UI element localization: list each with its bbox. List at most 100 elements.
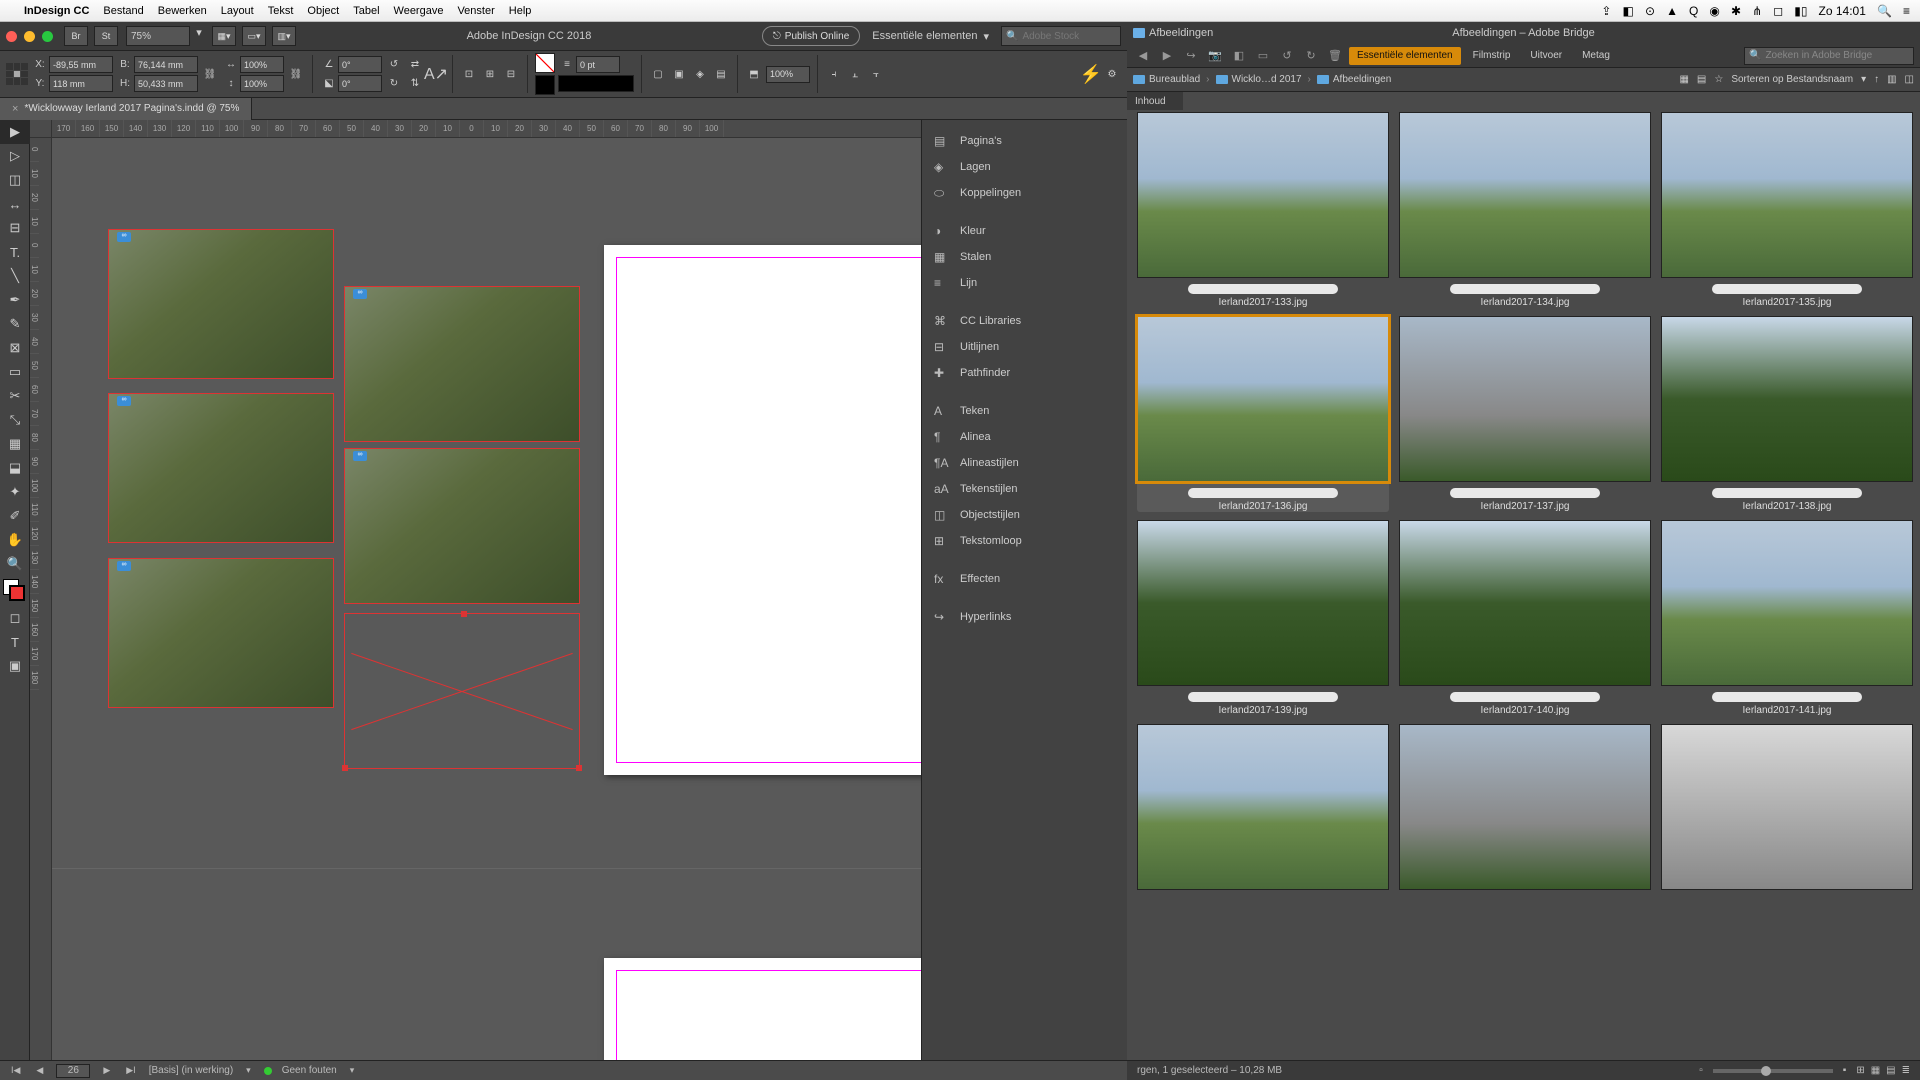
wrap-shape-icon[interactable]: ◈	[691, 66, 709, 83]
panel-tekstomloop[interactable]: ⊞Tekstomloop	[922, 528, 1127, 554]
document-tab[interactable]: ×*Wicklowway Ierland 2017 Pagina's.indd …	[0, 98, 252, 120]
vertical-ruler[interactable]: 0102010010203040506070809010011012013014…	[30, 138, 52, 1060]
stroke-field[interactable]: 0 pt	[576, 56, 620, 73]
view-options[interactable]: ▦▾	[212, 26, 236, 46]
menu-bewerken[interactable]: Bewerken	[158, 5, 207, 17]
hand-tool[interactable]: ✋	[0, 528, 30, 552]
sort-dropdown[interactable]: Sorteren op Bestandsnaam	[1731, 74, 1853, 85]
rating-bar[interactable]	[1712, 488, 1862, 498]
thumbnail[interactable]: Ierland2017-139.jpg	[1137, 520, 1389, 716]
gradient-tool[interactable]: ▦	[0, 432, 30, 456]
last-page[interactable]: ▶I	[126, 1065, 135, 1076]
thumb-smaller-icon[interactable]: ▫	[1699, 1065, 1703, 1076]
close-tab-icon[interactable]: ×	[12, 103, 18, 115]
tray-icon[interactable]: ⇪	[1601, 4, 1611, 18]
screen-mode[interactable]: ▭▾	[242, 26, 266, 46]
grid-lock-icon[interactable]: ⊞	[1856, 1065, 1864, 1076]
panel-effecten[interactable]: fxEffecten	[922, 566, 1127, 592]
empty-frame-selected[interactable]	[344, 613, 580, 769]
app-name[interactable]: InDesign CC	[24, 5, 89, 17]
rating-bar[interactable]	[1450, 488, 1600, 498]
preflight-status[interactable]: Geen fouten	[282, 1065, 337, 1076]
menu-weergave[interactable]: Weergave	[394, 5, 444, 17]
camera-icon[interactable]: 📷	[1205, 47, 1225, 65]
transform-icon[interactable]: A↗	[427, 66, 445, 83]
menu-tabel[interactable]: Tabel	[353, 5, 379, 17]
flip-h-icon[interactable]: ⇄	[406, 56, 424, 73]
fwd-icon[interactable]: ▶	[1157, 47, 1177, 65]
fill-swatch[interactable]	[535, 53, 555, 73]
menu-help[interactable]: Help	[509, 5, 532, 17]
center-content-icon[interactable]: ⊟	[502, 66, 520, 83]
search-icon[interactable]: 🔍	[1877, 4, 1892, 18]
first-page[interactable]: I◀	[11, 1065, 20, 1076]
thumbnail[interactable]: Ierland2017-138.jpg	[1661, 316, 1913, 512]
grid-view-icon[interactable]: ▦	[1871, 1065, 1880, 1076]
y-field[interactable]: 118 mm	[49, 75, 113, 92]
content-collector-tool[interactable]: ⊟	[0, 216, 30, 240]
reveal-icon[interactable]: ↪	[1181, 47, 1201, 65]
view-icon[interactable]: ◫	[1905, 74, 1914, 85]
align-left-icon[interactable]: ⫞	[825, 66, 843, 83]
tray-icon[interactable]: ⊙	[1645, 4, 1655, 18]
panel-teken[interactable]: ATeken	[922, 398, 1127, 424]
rating-bar[interactable]	[1712, 692, 1862, 702]
panel-uitlijnen[interactable]: ⊟Uitlijnen	[922, 334, 1127, 360]
thumbnail[interactable]: Ierland2017-141.jpg	[1661, 520, 1913, 716]
free-transform-tool[interactable]: ⤡	[0, 408, 30, 432]
clock[interactable]: Zo 14:01	[1819, 4, 1866, 18]
panel-lijn[interactable]: ≡Lijn	[922, 270, 1127, 296]
thumb-larger-icon[interactable]: ▪	[1843, 1065, 1847, 1076]
type-tool[interactable]: T.	[0, 240, 30, 264]
fit-frame-icon[interactable]: ⊞	[481, 66, 499, 83]
thumbnail[interactable]	[1399, 724, 1651, 890]
note-tool[interactable]: ✦	[0, 480, 30, 504]
breadcrumb[interactable]: Wicklo…d 2017	[1216, 74, 1302, 85]
image-frame[interactable]: ∞	[108, 558, 334, 708]
rect-tool[interactable]: ▭	[0, 360, 30, 384]
bridge-content-tab[interactable]: Inhoud	[1127, 92, 1183, 110]
tray-icon[interactable]: ◧	[1623, 4, 1634, 18]
menu-layout[interactable]: Layout	[221, 5, 254, 17]
view-icon[interactable]: ▥	[1887, 74, 1896, 85]
bridge-grid[interactable]: Ierland2017-133.jpgIerland2017-134.jpgIe…	[1127, 110, 1920, 1060]
rating-bar[interactable]	[1188, 488, 1338, 498]
align-center-icon[interactable]: ⫠	[846, 66, 864, 83]
next-page[interactable]: ▶	[103, 1065, 110, 1076]
thumbnail[interactable]: Ierland2017-133.jpg	[1137, 112, 1389, 308]
eyedropper-tool[interactable]: ✐	[0, 504, 30, 528]
back-icon[interactable]: ◀	[1133, 47, 1153, 65]
menu-tekst[interactable]: Tekst	[268, 5, 294, 17]
menu-object[interactable]: Object	[307, 5, 339, 17]
rotate-cw-icon[interactable]: ↻	[385, 75, 403, 92]
panel-objectstijlen[interactable]: ◫Objectstijlen	[922, 502, 1127, 528]
panel-alinea[interactable]: ¶Alinea	[922, 424, 1127, 450]
window-close[interactable]	[6, 31, 17, 42]
image-frame[interactable]: ∞	[344, 448, 580, 604]
preflight-indicator[interactable]	[264, 1067, 272, 1075]
thumbnail[interactable]: Ierland2017-135.jpg	[1661, 112, 1913, 308]
wrap-jump-icon[interactable]: ▤	[712, 66, 730, 83]
rotate-field[interactable]: 0°	[338, 56, 382, 73]
image-frame[interactable]: ∞	[108, 229, 334, 379]
settings-icon[interactable]: ⚙	[1103, 66, 1121, 83]
flip-v-icon[interactable]: ⇅	[406, 75, 424, 92]
thumbnail[interactable]	[1661, 724, 1913, 890]
rotate-icon[interactable]: ↺	[1277, 47, 1297, 65]
wifi-icon[interactable]: ⋔	[1752, 4, 1762, 18]
thumbnail[interactable]: Ierland2017-140.jpg	[1399, 520, 1651, 716]
wrap-box-icon[interactable]: ▣	[670, 66, 688, 83]
direct-selection-tool[interactable]: ▷	[0, 144, 30, 168]
ruler-origin[interactable]	[30, 120, 52, 138]
window-minimize[interactable]	[24, 31, 35, 42]
page-number-field[interactable]: 26	[56, 1064, 90, 1078]
scaley-field[interactable]: 100%	[240, 75, 284, 92]
tray-icon[interactable]: ◉	[1709, 4, 1719, 18]
volume-icon[interactable]: ◻	[1773, 4, 1783, 18]
arrange[interactable]: ▥▾	[272, 26, 296, 46]
menu-venster[interactable]: Venster	[457, 5, 494, 17]
bridge-tab-metadata[interactable]: Metag	[1574, 47, 1618, 65]
shear-field[interactable]: 0°	[338, 75, 382, 92]
panel-koppelingen[interactable]: ⬭Koppelingen	[922, 180, 1127, 206]
h-field[interactable]: 50,433 mm	[134, 75, 198, 92]
